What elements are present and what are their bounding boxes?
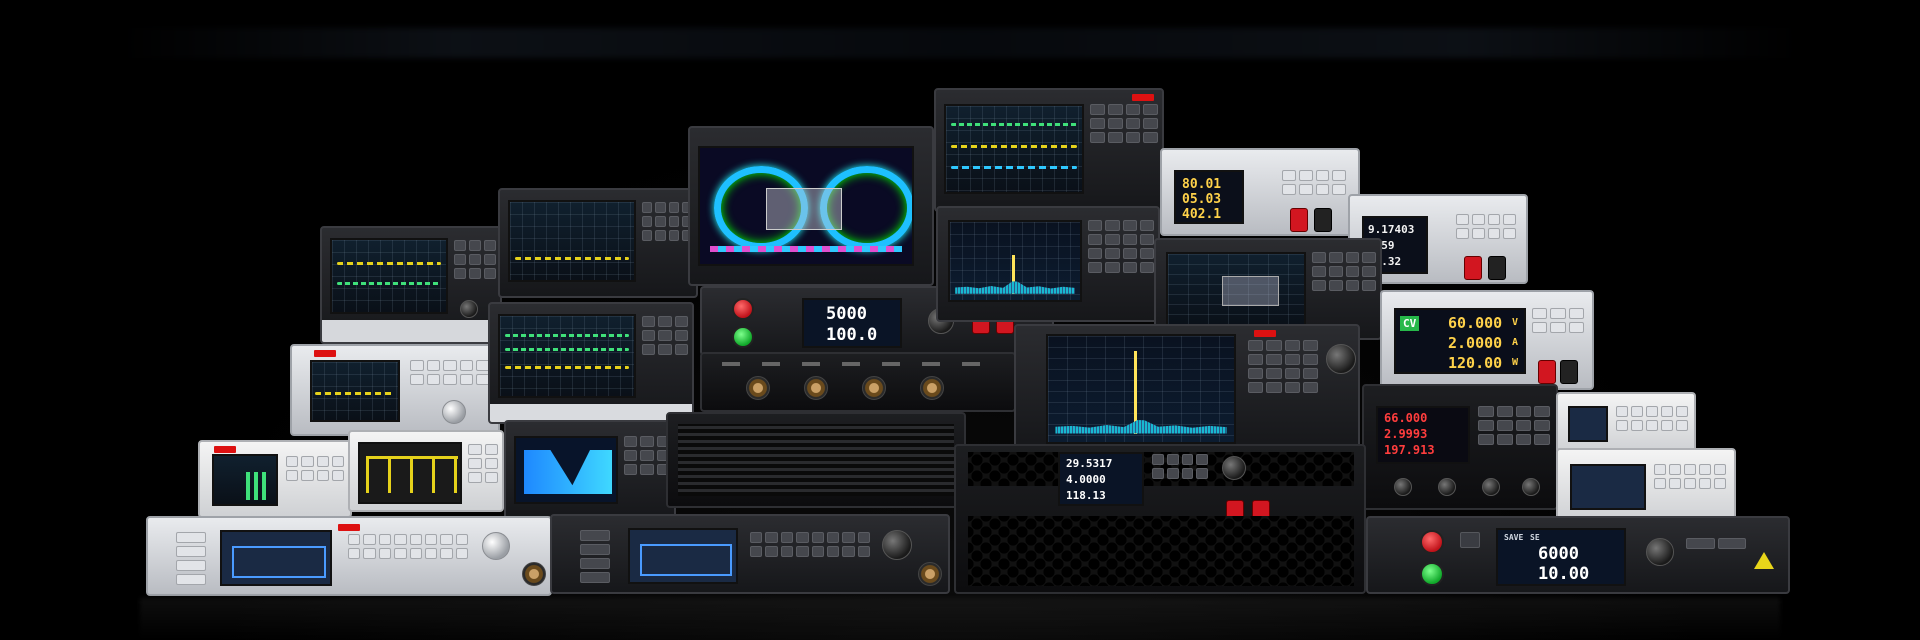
cv-unit-w: W: [1512, 357, 1519, 368]
bottom-right-current: 10.00: [1538, 564, 1590, 584]
cv-voltage: 60.000: [1448, 314, 1503, 332]
oscilloscope-left-screen: [330, 238, 448, 314]
bottom-right-red-button: [1420, 530, 1444, 554]
eye-diagram-oscilloscope: [688, 126, 934, 286]
power-supply-top-right: 80.01 05.03 402.1: [1160, 148, 1360, 236]
bottom-right-label-se: SE: [1530, 533, 1540, 542]
eye-diagram-screen: [698, 146, 914, 266]
oscilloscope-2-screen: [508, 200, 636, 282]
cv-unit-v: V: [1512, 317, 1519, 328]
dc-source-center-screen: 5000 100.0: [802, 298, 902, 348]
power-green-button: [732, 326, 754, 348]
oscilloscope-top: [934, 88, 1164, 212]
center-source-current: 100.0: [826, 325, 878, 345]
multi-channel-connector-unit: [700, 352, 1016, 412]
oscilloscope-blue-screen: [514, 436, 618, 504]
power-red-button: [732, 298, 754, 320]
vented-chassis-center: [666, 412, 966, 508]
top-banner-blur: [120, 28, 1800, 58]
load-readout-1: 29.5317: [1066, 457, 1113, 470]
electronic-load-hex: 29.5317 4.0000 118.13: [954, 444, 1366, 594]
triple-readout-2: 2.9993: [1384, 427, 1428, 441]
triple-output-screen: 66.000 2.9993 197.913: [1376, 406, 1470, 464]
oscilloscope-left: [320, 226, 502, 344]
small-instrument-right-bottom: [1556, 448, 1736, 524]
dc-power-source-bottom-right: SAVE SE 6000 10.00: [1366, 516, 1790, 594]
product-lineup-scene: 80.01 05.03 402.1 9.17403 1059 19.32: [0, 0, 1920, 640]
bottom-right-voltage: 6000: [1538, 544, 1579, 564]
function-generator-left: [290, 344, 500, 436]
triple-readout-1: 66.000: [1384, 411, 1428, 425]
function-generator-yellow: [348, 430, 504, 512]
center-source-voltage: 5000: [826, 304, 867, 324]
spectrum-analyzer-center: [1014, 324, 1360, 450]
signal-generator-front-center-screen: [628, 528, 738, 584]
spectrum-analyzer-upper-screen: [948, 220, 1082, 302]
spectrum-analyzer-center-screen: [1046, 334, 1236, 444]
bottom-right-label-save: SAVE: [1504, 533, 1524, 542]
power-supply-cv: CV 60.000 2.0000 120.00 V A W: [1380, 290, 1594, 390]
function-generator-small-screen: [212, 454, 278, 506]
power-supply-triple-output: 66.000 2.9993 197.913: [1362, 384, 1558, 510]
triple-readout-3: 197.913: [1384, 443, 1435, 457]
load-readout-3: 118.13: [1066, 489, 1106, 502]
oscilloscope-middle-screen: [498, 314, 636, 398]
oscilloscope-2: [498, 188, 698, 298]
psu-readout-1: 80.01: [1182, 177, 1222, 192]
oscilloscope-middle: [488, 302, 694, 424]
function-generator-small: [198, 440, 352, 518]
function-generator-left-screen: [310, 360, 400, 422]
power-supply-top-right-screen: 80.01 05.03 402.1: [1174, 170, 1244, 224]
cv-current: 2.0000: [1448, 334, 1503, 352]
oscilloscope-top-screen: [944, 104, 1084, 194]
cv-mode-badge: CV: [1400, 316, 1420, 331]
signal-generator-front-left-screen: [220, 530, 332, 586]
psu-mid-readout-1: 9.17403: [1368, 223, 1415, 236]
hex-grill-bottom: [968, 516, 1354, 586]
power-supply-cv-screen: CV 60.000 2.0000 120.00 V A W: [1394, 308, 1526, 374]
cv-power: 120.00: [1448, 354, 1503, 372]
floor-reflection: [140, 598, 1780, 640]
oscilloscope-blue: [504, 420, 676, 520]
electronic-load-screen: 29.5317 4.0000 118.13: [1058, 452, 1144, 506]
function-generator-yellow-screen: [358, 442, 462, 504]
psu-readout-3: 402.1: [1182, 207, 1222, 222]
small-instrument-right-top: [1556, 392, 1696, 454]
signal-generator-front-center: [550, 514, 950, 594]
oscilloscope-right-screen: [1166, 252, 1306, 328]
psu-readout-2: 05.03: [1182, 192, 1222, 207]
bottom-right-green-button: [1420, 562, 1444, 586]
signal-generator-front-left: [146, 516, 552, 596]
bottom-right-source-screen: SAVE SE 6000 10.00: [1496, 528, 1626, 586]
spectrum-analyzer-upper: [936, 206, 1160, 322]
load-readout-2: 4.0000: [1066, 473, 1106, 486]
cv-unit-a: A: [1512, 337, 1519, 348]
